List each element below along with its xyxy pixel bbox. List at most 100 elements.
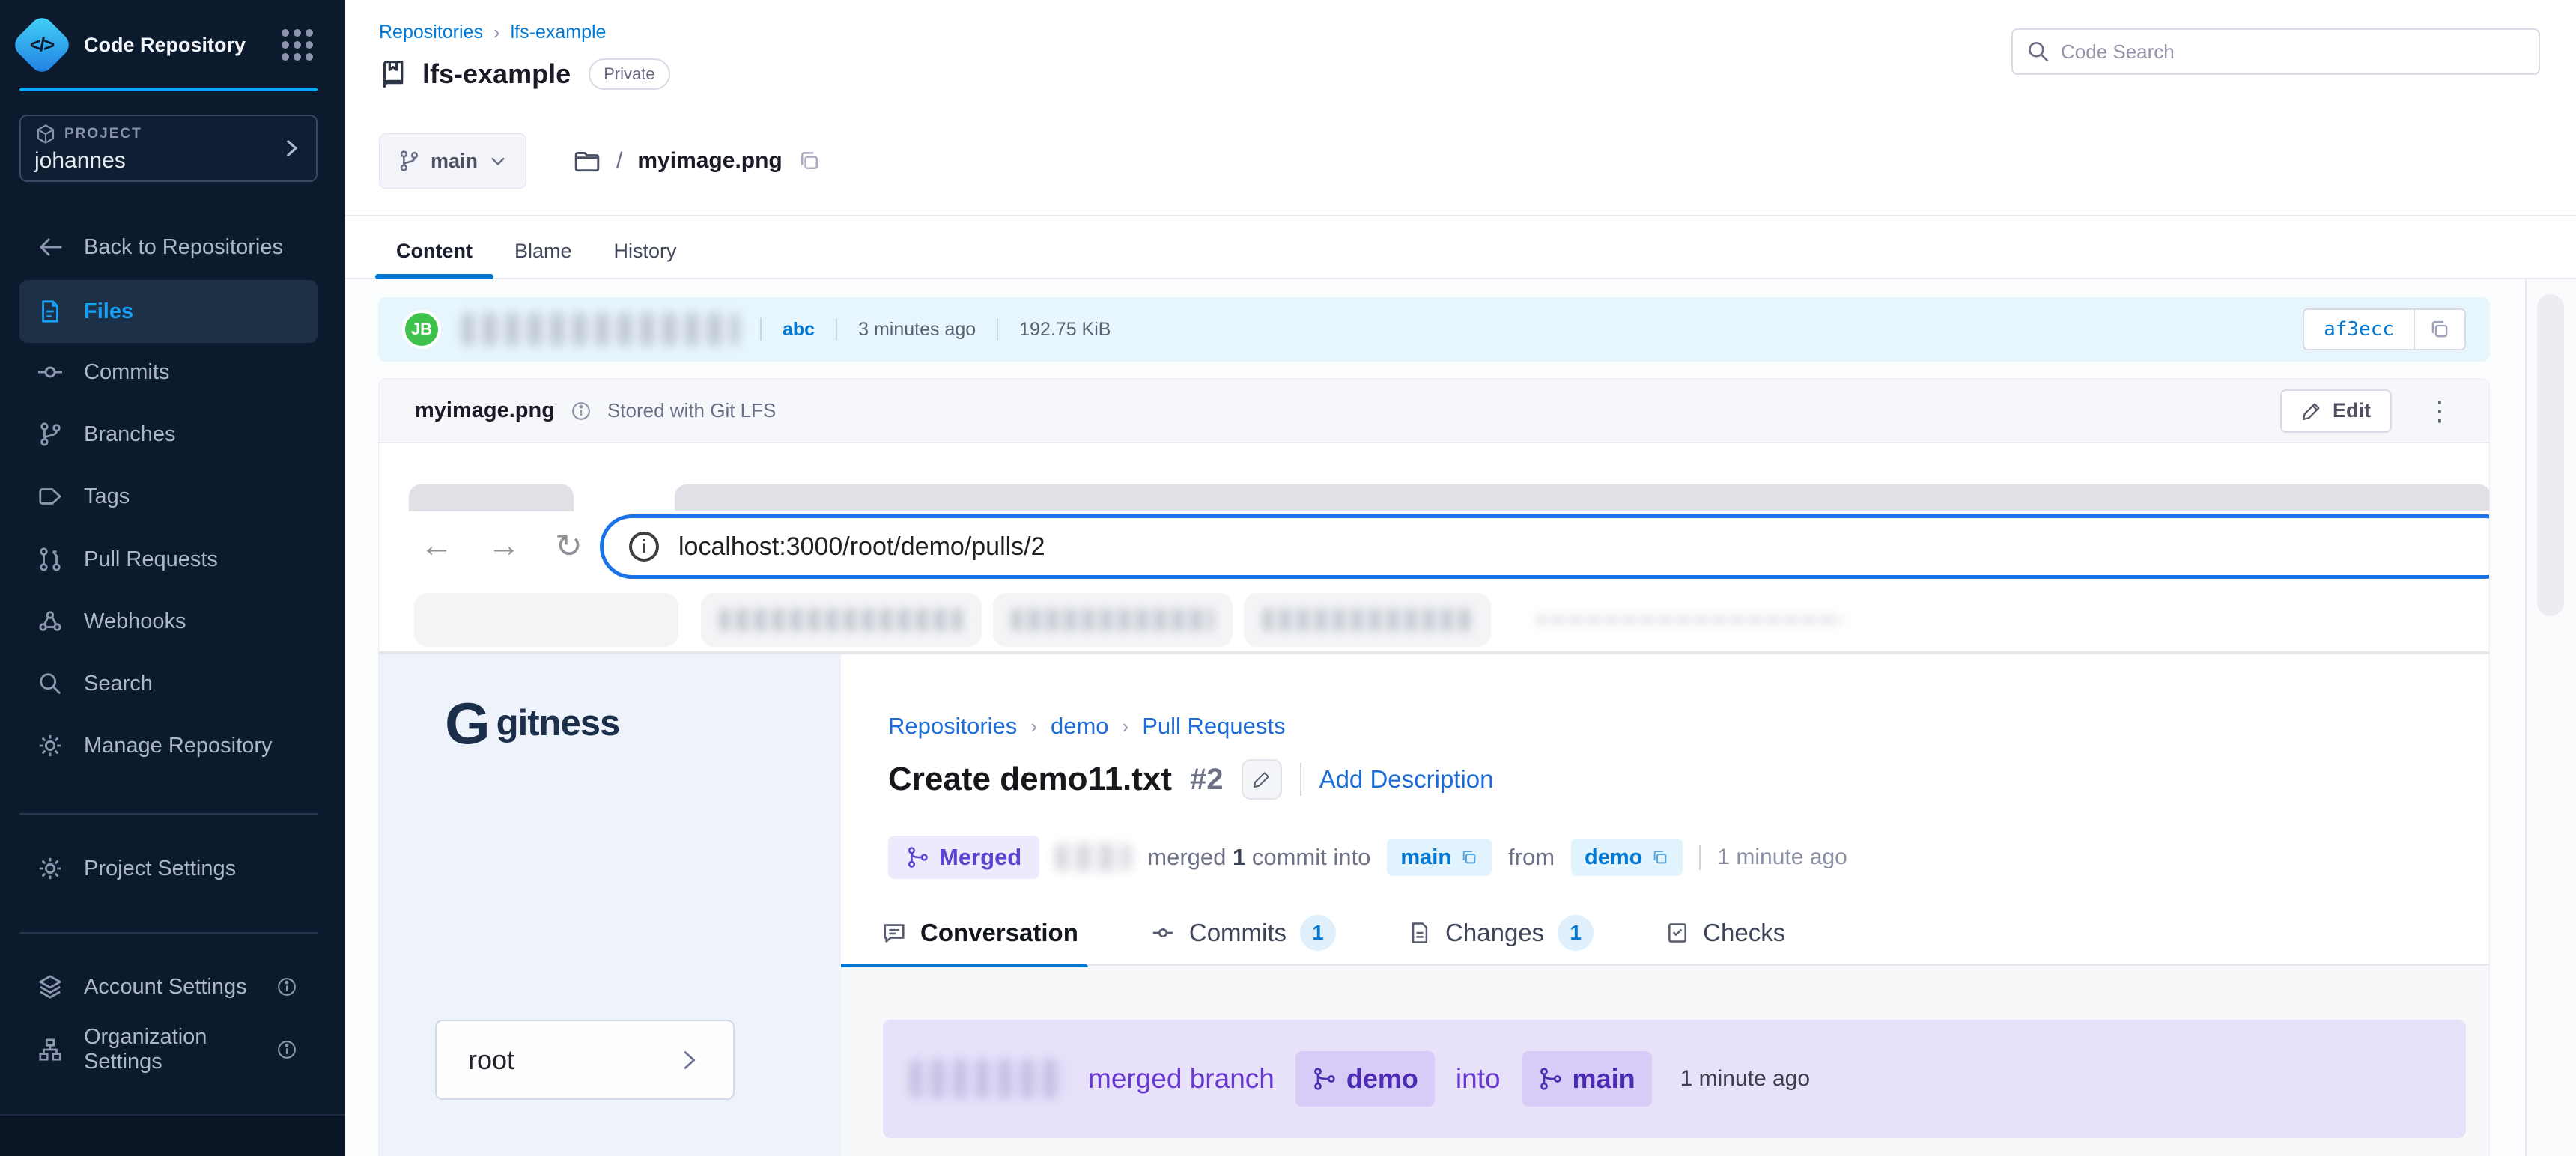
tab-content[interactable]: Content (375, 225, 493, 278)
organization-gear-icon (36, 1035, 64, 1064)
sidebar-item-account-settings[interactable]: Account Settings (19, 955, 318, 1018)
browser-forward-icon: → (487, 527, 520, 565)
browser-back-icon: ← (420, 527, 453, 565)
copy-icon[interactable] (2414, 310, 2464, 349)
sidebar-item-webhooks[interactable]: Webhooks (19, 590, 318, 653)
file-panel-header: myimage.png Stored with Git LFS Edit ⋮ (379, 379, 2489, 443)
folder-icon[interactable] (573, 147, 601, 175)
pr-title: Create demo11.txt (888, 761, 1172, 798)
source-branch-chip[interactable]: demo (1295, 1051, 1435, 1107)
gear-icon (36, 731, 64, 760)
edit-button-label: Edit (2333, 399, 2371, 422)
merge-icon (1538, 1067, 1562, 1091)
scrollbar[interactable] (2525, 279, 2576, 1156)
tab-checks[interactable]: Checks (1665, 919, 1785, 947)
tab-blame[interactable]: Blame (493, 225, 593, 278)
gitness-breadcrumb-repositories[interactable]: Repositories (888, 713, 1017, 740)
tab-history[interactable]: History (593, 225, 698, 278)
target-branch-chip[interactable]: main (1522, 1051, 1652, 1107)
tab-changes[interactable]: Changes 1 (1408, 915, 1594, 951)
page-title: lfs-example (422, 58, 571, 90)
redacted-bookmark-text (1536, 615, 1843, 625)
separator (836, 318, 837, 341)
branch-selector[interactable]: main (379, 133, 526, 189)
pr-title-edit-button[interactable] (1242, 759, 1282, 800)
redacted-bookmark (414, 593, 678, 647)
sidebar-item-label: Pull Requests (84, 547, 218, 572)
browser-tab-shape (409, 484, 574, 511)
layers-gear-icon (36, 973, 64, 1001)
sidebar-item-back-to-repositories[interactable]: Back to Repositories (19, 216, 318, 279)
latest-commit-bar: JB abc 3 minutes ago 192.75 KiB af3ecc (378, 297, 2490, 362)
sidebar-header: </> Code Repository (19, 10, 318, 79)
redacted-user-name (910, 1059, 1067, 1098)
kebab-menu-icon[interactable]: ⋮ (2426, 398, 2453, 425)
separator (997, 318, 998, 341)
sidebar-item-branches[interactable]: Branches (19, 403, 318, 466)
into-label: into (1456, 1063, 1501, 1095)
gitness-logo: G gitness (445, 701, 619, 746)
sidebar-item-files[interactable]: Files (19, 280, 318, 343)
header-divider (345, 215, 2576, 216)
merge-icon (906, 846, 929, 868)
pr-tabs: Conversation Commits 1 (841, 901, 2489, 966)
sidebar-item-commits[interactable]: Commits (19, 341, 318, 404)
sidebar-item-tags[interactable]: Tags (19, 465, 318, 528)
project-selector[interactable]: PROJECT johannes (19, 115, 318, 182)
avatar[interactable]: JB (402, 310, 441, 349)
code-repository-logo-icon: </> (10, 13, 74, 77)
pencil-icon (2301, 401, 2322, 422)
browser-reload-icon: ↻ (555, 527, 583, 565)
gitness-breadcrumb-pull-requests[interactable]: Pull Requests (1142, 713, 1285, 740)
tab-conversation[interactable]: Conversation (881, 919, 1078, 947)
chevron-down-icon (488, 151, 508, 171)
sidebar-item-label: Search (84, 672, 153, 696)
scrollbar-thumb[interactable] (2537, 294, 2564, 616)
file-path-name: myimage.png (637, 148, 782, 174)
header-accent-rule (19, 88, 318, 91)
file-view-tabs: Content Blame History (345, 225, 2576, 279)
sidebar-item-label: Back to Repositories (84, 235, 283, 260)
breadcrumb-repositories-link[interactable]: Repositories (379, 22, 483, 43)
from-label: from (1508, 844, 1555, 871)
chevron-right-icon: › (493, 21, 500, 44)
tab-commits[interactable]: Commits 1 (1150, 915, 1336, 951)
sidebar-divider (19, 932, 318, 934)
sidebar-item-organization-settings[interactable]: Organization Settings (19, 1018, 318, 1081)
sidebar-item-pull-requests[interactable]: Pull Requests (19, 528, 318, 591)
breadcrumb: Repositories › lfs-example (379, 21, 606, 44)
copy-icon[interactable] (798, 149, 821, 173)
sidebar: </> Code Repository PROJECT johannes (0, 0, 345, 1156)
commit-count: 1 (1233, 844, 1245, 870)
code-search-input[interactable] (2061, 40, 2525, 64)
changes-count-badge: 1 (1558, 915, 1594, 951)
module-grid-icon[interactable] (282, 29, 313, 61)
gitness-breadcrumb: Repositories › demo › Pull Requests (888, 713, 1285, 740)
commit-hash-chip: af3ecc (2303, 308, 2466, 350)
pr-state-row: Merged merged 1 commit into main (888, 836, 1847, 879)
commit-hash-link[interactable]: af3ecc (2304, 318, 2414, 341)
sidebar-item-label: Files (84, 299, 133, 324)
sidebar-item-search[interactable]: Search (19, 652, 318, 715)
breadcrumb-repo-link[interactable]: lfs-example (511, 22, 607, 43)
lfs-note: Stored with Git LFS (607, 399, 776, 422)
sidebar-item-manage-repository[interactable]: Manage Repository (19, 714, 318, 777)
gitness-space-selector[interactable]: root (435, 1020, 735, 1100)
project-name: johannes (34, 148, 280, 174)
sidebar-item-label: Branches (84, 422, 176, 447)
redacted-bookmark-text (1263, 609, 1472, 631)
edit-button[interactable]: Edit (2280, 389, 2392, 433)
file-name: myimage.png (415, 398, 555, 423)
gitness-breadcrumb-demo[interactable]: demo (1051, 713, 1109, 740)
sidebar-item-label: Tags (84, 484, 130, 509)
sidebar-item-project-settings[interactable]: Project Settings (19, 837, 318, 900)
repo-title-row: lfs-example Private (377, 58, 670, 90)
target-branch-chip[interactable]: main (1387, 839, 1492, 876)
commit-message-link[interactable]: abc (783, 319, 815, 341)
url-text: localhost:3000/root/demo/pulls/2 (678, 532, 1045, 562)
add-description-link[interactable]: Add Description (1319, 765, 1494, 794)
source-branch-chip[interactable]: demo (1571, 839, 1683, 876)
screen: </> Code Repository PROJECT johannes (0, 0, 2576, 1156)
activity-action: merged branch (1088, 1063, 1275, 1095)
commit-time: 3 minutes ago (858, 319, 976, 341)
